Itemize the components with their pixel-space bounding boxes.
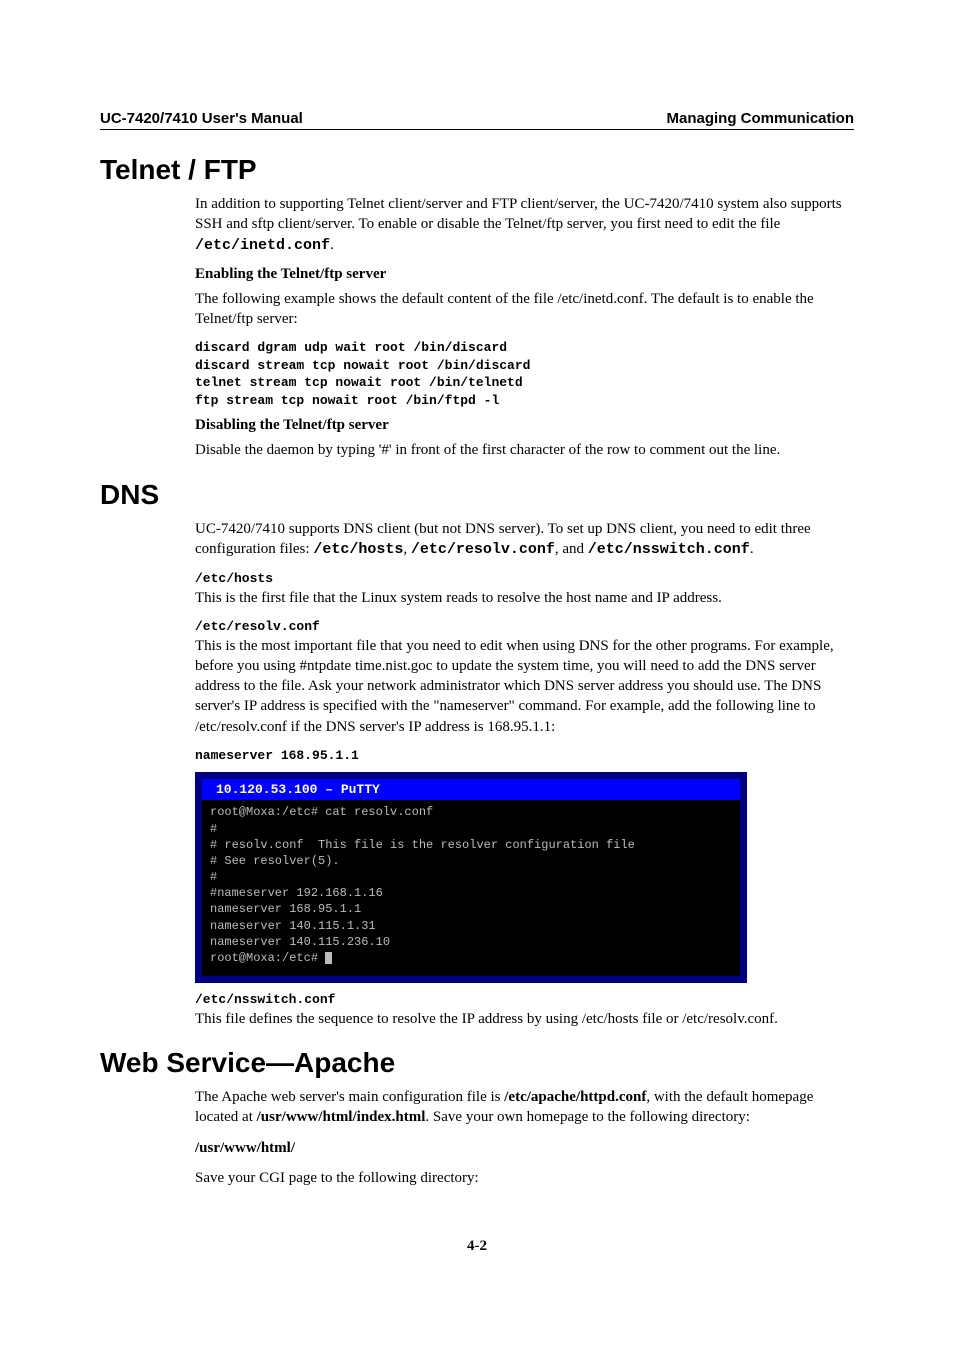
etc-resolv-conf-file: /etc/resolv.conf — [195, 618, 854, 636]
etc-hosts-path: /etc/hosts — [313, 541, 403, 558]
enabling-telnet-subhead: Enabling the Telnet/ftp server — [195, 266, 854, 283]
dns-intro-paragraph: UC-7420/7410 supports DNS client (but no… — [195, 519, 854, 561]
putty-terminal-body: root@Moxa:/etc# cat resolv.conf # # reso… — [202, 800, 740, 976]
disabling-telnet-paragraph: Disable the daemon by typing '#' in fron… — [195, 440, 854, 460]
disabling-telnet-subhead: Disabling the Telnet/ftp server — [195, 417, 854, 434]
page-header: UC-7420/7410 User's Manual Managing Comm… — [100, 110, 854, 130]
putty-titlebar: 10.120.53.100 – PuTTY — [202, 779, 740, 800]
etc-resolv-conf-desc: This is the most important file that you… — [195, 636, 854, 737]
apache-intro-paragraph: The Apache web server's main configurati… — [195, 1087, 854, 1128]
terminal-cursor-icon — [325, 952, 332, 964]
section-dns-heading: DNS — [100, 479, 854, 511]
telnet-intro-paragraph: In addition to supporting Telnet client/… — [195, 194, 854, 256]
etc-nsswitch-conf-path: /etc/nsswitch.conf — [588, 541, 750, 558]
page-number: 4-2 — [100, 1238, 854, 1255]
etc-hosts-desc: This is the first file that the Linux sy… — [195, 588, 854, 608]
header-right: Managing Communication — [667, 110, 855, 127]
etc-nsswitch-conf-desc: This file defines the sequence to resolv… — [195, 1009, 854, 1029]
section-apache-heading: Web Service—Apache — [100, 1047, 854, 1079]
cgi-paragraph: Save your CGI page to the following dire… — [195, 1168, 854, 1188]
usr-www-html-path: /usr/www/html/ — [195, 1138, 854, 1158]
inetd-conf-code: discard dgram udp wait root /bin/discard… — [195, 339, 854, 409]
etc-nsswitch-conf-file: /etc/nsswitch.conf — [195, 991, 854, 1009]
putty-terminal: 10.120.53.100 – PuTTY root@Moxa:/etc# ca… — [195, 772, 747, 983]
section-telnet-ftp-heading: Telnet / FTP — [100, 154, 854, 186]
etc-hosts-file: /etc/hosts — [195, 570, 854, 588]
enabling-telnet-paragraph: The following example shows the default … — [195, 289, 854, 330]
etc-resolv-conf-path: /etc/resolv.conf — [411, 541, 555, 558]
inetd-conf-path: /etc/inetd.conf — [195, 237, 330, 254]
index-html-path: /usr/www/html/index.html — [257, 1109, 426, 1125]
header-left: UC-7420/7410 User's Manual — [100, 110, 303, 127]
httpd-conf-path: /etc/apache/httpd.conf — [504, 1089, 646, 1105]
nameserver-code: nameserver 168.95.1.1 — [195, 747, 854, 765]
